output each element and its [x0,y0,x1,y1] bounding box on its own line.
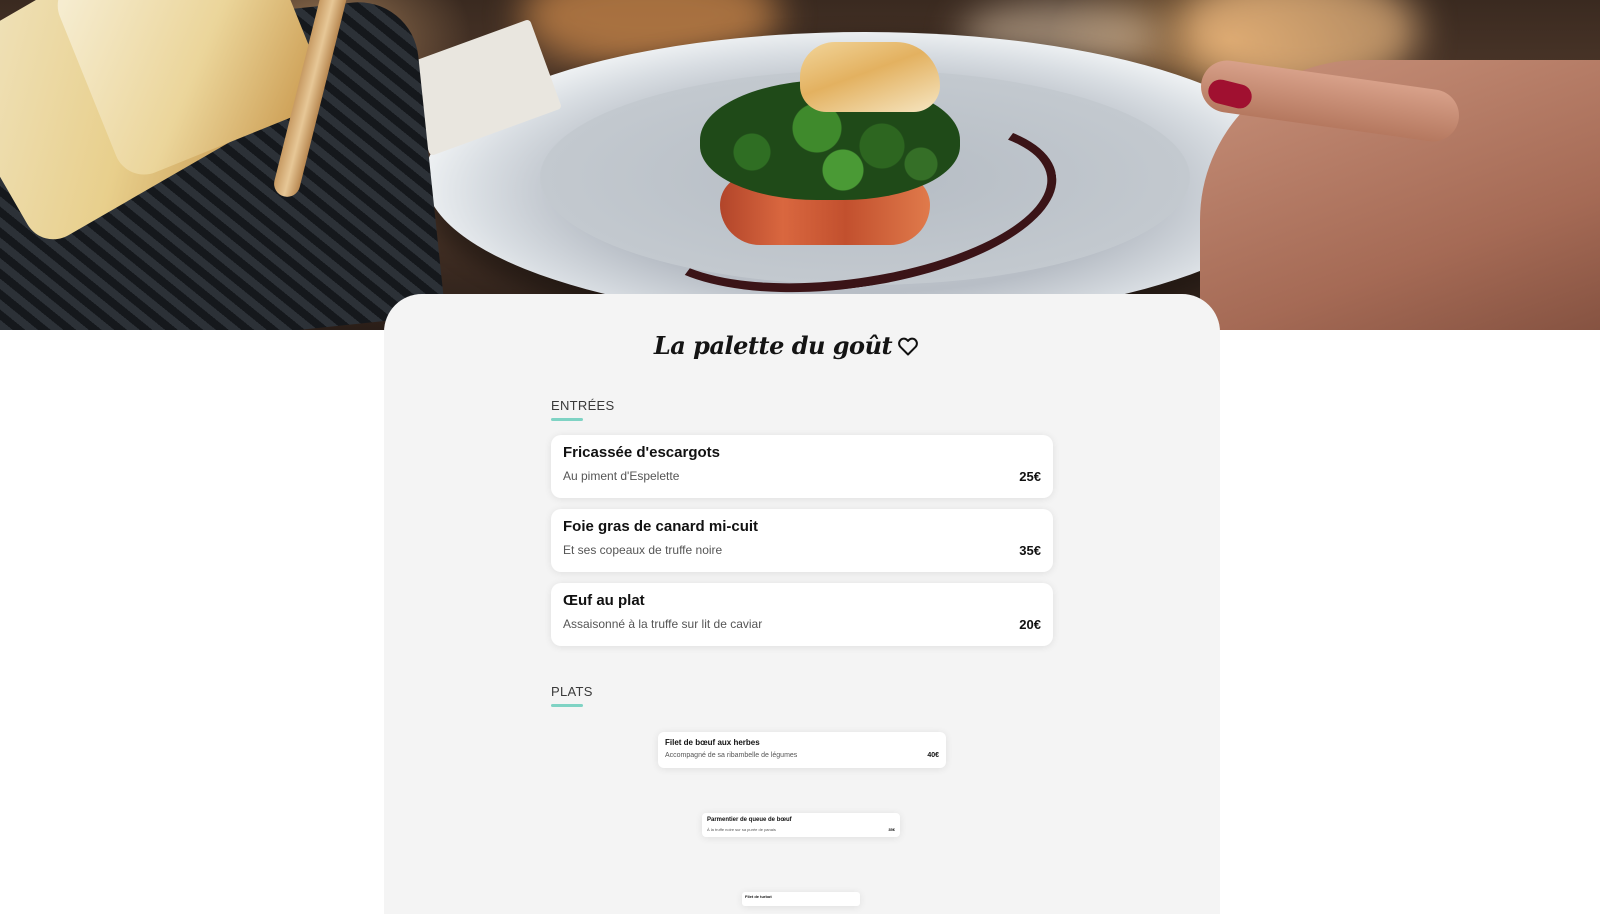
dish-price: 35€ [1019,543,1041,558]
menu-sheet: La palette du goût ENTRÉES Fricassée d'e… [384,294,1220,914]
dish-name: Œuf au plat [563,592,645,609]
dish-price: 20€ [1019,617,1041,632]
menu-item-card[interactable]: Foie gras de canard mi-cuit Et ses copea… [551,509,1053,572]
favorite-button[interactable] [896,334,920,358]
seared-fish [800,42,940,112]
restaurant-title: La palette du goût [653,331,893,360]
dish-price: 35€ [888,827,895,832]
section-title-plats: PLATS [551,684,593,699]
menu-item-card[interactable]: Filet de bœuf aux herbes Accompagné de s… [658,732,946,768]
dish-price: 25€ [1019,469,1041,484]
restaurant-header: La palette du goût [384,324,1220,368]
menu-item-card[interactable]: Fricassée d'escargots Au piment d'Espele… [551,435,1053,498]
section-title-entrees: ENTRÉES [551,398,615,413]
section-underline [551,418,583,421]
dish-description: Et ses copeaux de truffe noire [563,543,723,557]
dish-name: Filet de turbot [745,894,772,899]
dish-description: Au piment d'Espelette [563,469,680,483]
menu-item-card[interactable]: Œuf au plat Assaisonné à la truffe sur l… [551,583,1053,646]
dish-price: 40€ [927,752,939,759]
menu-item-card[interactable]: Parmentier de queue de bœuf À la truffe … [702,813,900,837]
dish-name: Filet de bœuf aux herbes [665,738,760,747]
heart-outline-icon [898,337,918,356]
dish-description: Assaisonné à la truffe sur lit de caviar [563,617,763,631]
dish-description: À la truffe noire sur sa purée de panais [707,827,776,832]
section-underline [551,704,583,707]
dish-description: Accompagné de sa ribambelle de légumes [665,752,798,759]
dish-name: Fricassée d'escargots [563,444,720,461]
hero-food-photo [0,0,1600,330]
dish-name: Foie gras de canard mi-cuit [563,518,759,535]
dish-name: Parmentier de queue de bœuf [707,817,792,823]
menu-item-card[interactable]: Filet de turbot [742,892,860,906]
